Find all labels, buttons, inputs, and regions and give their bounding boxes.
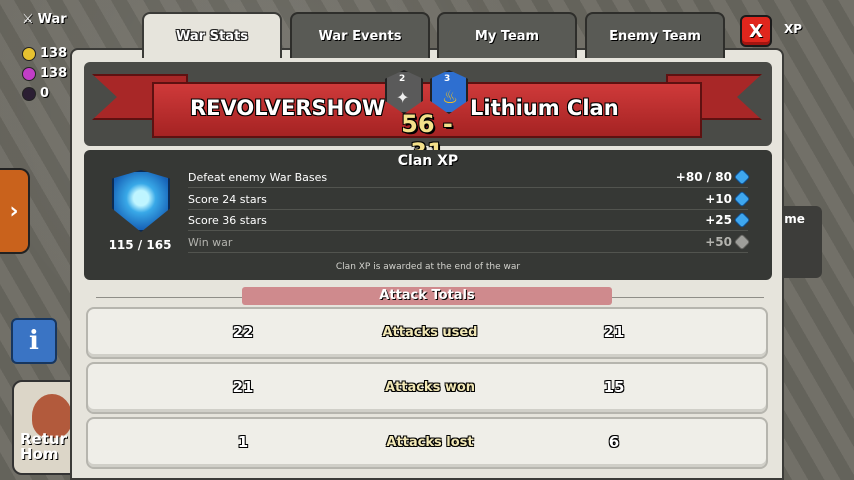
enemy-value: 6	[608, 433, 620, 451]
xp-row: Score 24 stars +10	[188, 189, 751, 210]
xp-row: Score 36 stars +25	[188, 210, 751, 231]
gold-amount: 138	[40, 46, 68, 61]
xp-row-label: Score 36 stars	[188, 213, 267, 227]
my-value: 21	[232, 378, 254, 396]
war-label: War	[37, 12, 67, 27]
attack-totals-header: Attack Totals	[242, 287, 612, 305]
tab-enemy-team[interactable]: Enemy Team	[585, 12, 725, 58]
dark-elixir-icon	[22, 86, 36, 101]
my-score: 56	[401, 110, 435, 138]
elixir-icon	[22, 66, 36, 81]
close-button[interactable]: X	[740, 15, 772, 47]
my-value: 22	[232, 323, 254, 341]
dark-elixir-amount: 0	[40, 86, 50, 101]
clan-xp-footer: Clan XP is awarded at the end of the war	[335, 262, 521, 272]
elixir-counter: 138	[22, 66, 67, 81]
eagle-icon: ✦	[396, 88, 410, 107]
tab-my-team[interactable]: My Team	[437, 12, 577, 58]
tab-label: Enemy Team	[609, 28, 701, 44]
expand-side-button[interactable]: ›	[0, 168, 30, 254]
my-value: 1	[237, 433, 249, 451]
xp-row: Defeat enemy War Bases +80 / 80	[188, 167, 751, 188]
crossed-swords-icon: ⚔	[22, 12, 34, 27]
war-indicator[interactable]: ⚔ War	[22, 12, 67, 27]
xp-row-label: Win war	[188, 235, 233, 249]
xp-gem-icon	[733, 190, 751, 208]
stat-row-attacks-won: 21 Attacks won 15	[86, 362, 768, 414]
flame-icon: ♨	[442, 87, 459, 108]
xp-indicator: XP	[784, 22, 802, 36]
info-button[interactable]: i	[11, 318, 57, 364]
stat-label: Attacks lost	[386, 435, 474, 450]
tab-label: War Stats	[176, 28, 248, 44]
enemy-clan-name: Lithium Clan	[470, 96, 619, 120]
info-icon: i	[29, 326, 39, 356]
close-icon: X	[749, 20, 763, 42]
xp-row-value: +25	[705, 213, 732, 227]
my-clan-level: 2	[399, 74, 406, 84]
xp-row-value: +50	[705, 235, 732, 249]
score-separator: -	[442, 110, 453, 138]
xp-gem-icon	[733, 233, 751, 251]
stat-row-attacks-lost: 1 Attacks lost 6	[86, 417, 768, 469]
tab-war-stats[interactable]: War Stats	[142, 12, 282, 58]
xp-row-value: +80 / 80	[675, 170, 732, 184]
chevron-right-icon: ›	[9, 198, 19, 224]
xp-row-label: Defeat enemy War Bases	[188, 170, 328, 184]
elixir-amount: 138	[40, 66, 68, 81]
xp-row: Win war +50	[188, 232, 751, 253]
tab-label: My Team	[474, 28, 540, 44]
stat-label: Attacks used	[382, 325, 478, 340]
gold-counter: 138	[22, 46, 67, 61]
enemy-value: 15	[603, 378, 625, 396]
my-clan-name: REVOLVERSHOW	[190, 96, 386, 120]
dark-elixir-counter: 0	[22, 86, 49, 101]
xp-gem-icon	[733, 168, 751, 186]
gold-icon	[22, 46, 36, 61]
enemy-clan-level: 3	[444, 74, 451, 84]
xp-gem-icon	[733, 211, 751, 229]
stat-label: Attacks won	[384, 380, 476, 395]
tab-war-events[interactable]: War Events	[290, 12, 430, 58]
xp-row-label: Score 24 stars	[188, 192, 267, 206]
xp-label: XP	[784, 22, 803, 36]
clan-xp-progress: 115 / 165	[108, 238, 172, 252]
stat-row-attacks-used: 22 Attacks used 21	[86, 307, 768, 359]
xp-row-value: +10	[705, 192, 732, 206]
enemy-value: 21	[603, 323, 625, 341]
return-home-label: Retur Hom	[20, 430, 67, 463]
tab-label: War Events	[318, 28, 402, 44]
